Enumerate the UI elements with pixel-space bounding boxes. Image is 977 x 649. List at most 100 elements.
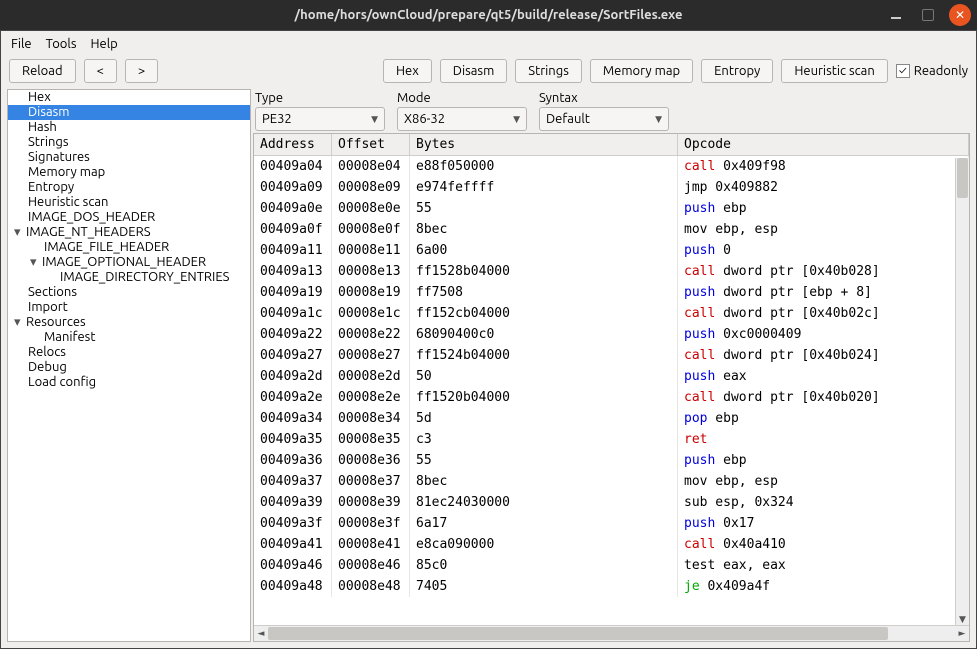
table-row[interactable]: 00409a3900008e3981ec24030000sub esp, 0x3… — [254, 492, 969, 513]
sidebar-item[interactable]: Entropy — [8, 180, 250, 195]
mnemonic: push — [684, 516, 715, 531]
titlebar[interactable]: /home/hors/ownCloud/prepare/qt5/build/re… — [0, 0, 977, 30]
sidebar-item[interactable]: Manifest — [8, 330, 250, 345]
sidebar-item[interactable]: IMAGE_DIRECTORY_ENTRIES — [8, 270, 250, 285]
table-row[interactable]: 00409a2d00008e2d50push eax — [254, 366, 969, 387]
table-row[interactable]: 00409a3500008e35c3ret — [254, 429, 969, 450]
tree-expand-icon[interactable]: ▾ — [14, 315, 26, 330]
header-opcode[interactable]: Opcode — [678, 134, 969, 155]
mode-value: X86-32 — [404, 112, 445, 126]
scroll-left-icon[interactable]: ◄ — [254, 626, 268, 641]
disasm-button[interactable]: Disasm — [440, 59, 508, 83]
table-header: Address Offset Bytes Opcode — [254, 134, 969, 156]
table-row[interactable]: 00409a0900008e09e974feffffjmp 0x409882 — [254, 177, 969, 198]
back-button[interactable]: < — [84, 59, 117, 83]
operands: esp, 0x324 — [707, 495, 793, 510]
table-row[interactable]: 00409a3f00008e3f6a17push 0x17 — [254, 513, 969, 534]
type-label: Type — [255, 89, 385, 107]
forward-button[interactable]: > — [125, 59, 158, 83]
table-row[interactable]: 00409a2700008e27ff1524b04000call dword p… — [254, 345, 969, 366]
scroll-thumb[interactable] — [957, 158, 968, 198]
sidebar-item[interactable]: Hash — [8, 120, 250, 135]
cell-opcode: je 0x409a4f — [678, 576, 969, 597]
strings-button[interactable]: Strings — [515, 59, 582, 83]
menu-help[interactable]: Help — [90, 37, 117, 51]
readonly-checkbox-wrap[interactable]: ✓ Readonly — [896, 64, 968, 78]
sidebar-item[interactable]: ▾IMAGE_NT_HEADERS — [8, 225, 250, 240]
sidebar-item[interactable]: Debug — [8, 360, 250, 375]
syntax-combo[interactable]: Default ▼ — [539, 107, 669, 131]
sidebar-item[interactable]: Hex — [8, 90, 250, 105]
table-row[interactable]: 00409a2200008e2268090400c0push 0xc000040… — [254, 324, 969, 345]
cell-offset: 00008e11 — [332, 240, 410, 261]
header-bytes[interactable]: Bytes — [410, 134, 678, 155]
horizontal-scrollbar[interactable]: ◄ ► — [254, 625, 969, 641]
sidebar-item-label: IMAGE_DIRECTORY_ENTRIES — [60, 270, 229, 284]
table-row[interactable]: 00409a3600008e3655push ebp — [254, 450, 969, 471]
table-row[interactable]: 00409a1300008e13ff1528b04000call dword p… — [254, 261, 969, 282]
operands: 0xc0000409 — [715, 327, 801, 342]
sidebar-item-label: IMAGE_FILE_HEADER — [44, 240, 169, 254]
sidebar-item[interactable]: ▾IMAGE_OPTIONAL_HEADER — [8, 255, 250, 270]
scroll-down-icon[interactable]: ▼ — [956, 612, 969, 626]
tree-expand-icon[interactable]: ▾ — [14, 225, 26, 240]
mnemonic: push — [684, 369, 715, 384]
header-address[interactable]: Address — [254, 134, 332, 155]
sidebar-item[interactable]: Load config — [8, 375, 250, 390]
chevron-down-icon: ▼ — [655, 114, 662, 125]
menubar: File Tools Help — [3, 33, 974, 55]
sidebar-item[interactable]: Relocs — [8, 345, 250, 360]
sidebar-item[interactable]: Sections — [8, 285, 250, 300]
table-row[interactable]: 00409a4100008e41e8ca090000call 0x40a410 — [254, 534, 969, 555]
sidebar-item[interactable]: Memory map — [8, 165, 250, 180]
cell-offset: 00008e46 — [332, 555, 410, 576]
table-row[interactable]: 00409a4600008e4685c0test eax, eax — [254, 555, 969, 576]
menu-file[interactable]: File — [11, 37, 32, 51]
entropy-button[interactable]: Entropy — [701, 59, 773, 83]
table-row[interactable]: 00409a3700008e378becmov ebp, esp — [254, 471, 969, 492]
sidebar-item[interactable]: Import — [8, 300, 250, 315]
heuristic-scan-button[interactable]: Heuristic scan — [781, 59, 887, 83]
scroll-right-icon[interactable]: ► — [955, 626, 969, 641]
cell-address: 00409a11 — [254, 240, 332, 261]
mode-combo[interactable]: X86-32 ▼ — [397, 107, 527, 131]
cell-address: 00409a2e — [254, 387, 332, 408]
table-row[interactable]: 00409a0f00008e0f8becmov ebp, esp — [254, 219, 969, 240]
menu-tools[interactable]: Tools — [46, 37, 77, 51]
table-body[interactable]: 00409a0400008e04e88f050000call 0x409f980… — [254, 156, 969, 625]
mnemonic: push — [684, 243, 715, 258]
table-row[interactable]: 00409a0e00008e0e55push ebp — [254, 198, 969, 219]
sidebar-item[interactable]: IMAGE_FILE_HEADER — [8, 240, 250, 255]
readonly-checkbox[interactable]: ✓ — [896, 64, 910, 78]
sidebar-item[interactable]: Strings — [8, 135, 250, 150]
cell-address: 00409a35 — [254, 429, 332, 450]
vertical-scrollbar[interactable]: ▲ ▼ — [955, 158, 969, 625]
table-row[interactable]: 00409a1c00008e1cff152cb04000call dword p… — [254, 303, 969, 324]
cell-offset: 00008e36 — [332, 450, 410, 471]
minimize-button[interactable] — [885, 4, 907, 26]
table-row[interactable]: 00409a1100008e116a00push 0 — [254, 240, 969, 261]
table-row[interactable]: 00409a2e00008e2eff1520b04000call dword p… — [254, 387, 969, 408]
table-row[interactable]: 00409a1900008e19ff7508push dword ptr [eb… — [254, 282, 969, 303]
tree-expand-icon[interactable]: ▾ — [30, 255, 42, 270]
maximize-button[interactable] — [917, 4, 939, 26]
sidebar-item[interactable]: IMAGE_DOS_HEADER — [8, 210, 250, 225]
sidebar-item[interactable]: Signatures — [8, 150, 250, 165]
memory-map-button[interactable]: Memory map — [590, 59, 693, 83]
sidebar-tree[interactable]: HexDisasmHashStringsSignaturesMemory map… — [7, 89, 251, 642]
sidebar-item[interactable]: Disasm — [8, 105, 250, 120]
close-button[interactable] — [949, 4, 971, 26]
sidebar-item[interactable]: Heuristic scan — [8, 195, 250, 210]
table-row[interactable]: 00409a0400008e04e88f050000call 0x409f98 — [254, 156, 969, 177]
cell-address: 00409a36 — [254, 450, 332, 471]
type-combo[interactable]: PE32 ▼ — [255, 107, 385, 131]
header-offset[interactable]: Offset — [332, 134, 410, 155]
cell-address: 00409a41 — [254, 534, 332, 555]
table-row[interactable]: 00409a3400008e345dpop ebp — [254, 408, 969, 429]
hex-button[interactable]: Hex — [383, 59, 432, 83]
sidebar-item[interactable]: ▾Resources — [8, 315, 250, 330]
hscroll-thumb[interactable] — [268, 627, 888, 640]
reload-button[interactable]: Reload — [9, 59, 76, 83]
table-row[interactable]: 00409a4800008e487405je 0x409a4f — [254, 576, 969, 597]
cell-bytes: 55 — [410, 450, 678, 471]
